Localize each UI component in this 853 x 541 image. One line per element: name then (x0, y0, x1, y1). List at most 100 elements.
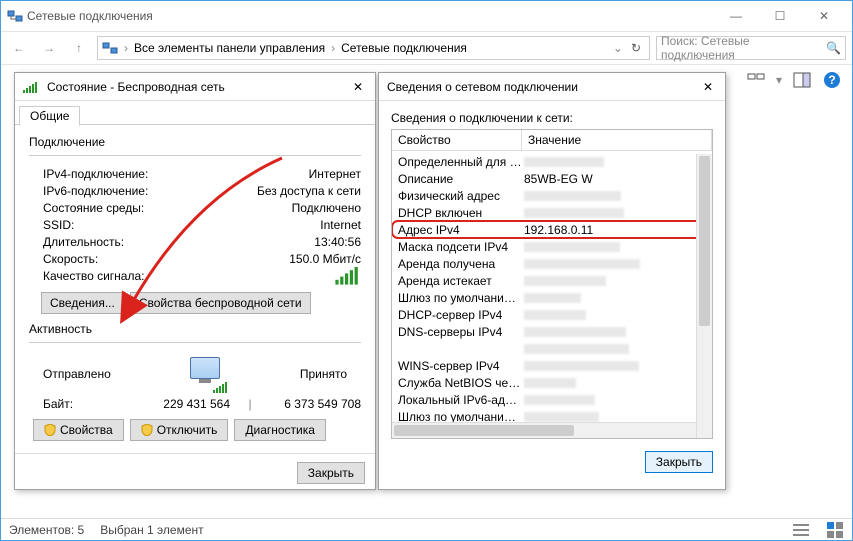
conn-row-label: SSID: (29, 218, 179, 232)
disable-button[interactable]: Отключить (130, 419, 229, 441)
prop-cell: Служба NetBIOS через... (392, 376, 522, 390)
table-row[interactable]: DHCP включен (392, 204, 712, 221)
statusbar: Элементов: 5 Выбран 1 элемент (1, 518, 852, 540)
table-row[interactable]: Описание85WB-EG W (392, 170, 712, 187)
table-row[interactable]: Локальный IPv6-адрес... (392, 391, 712, 408)
details-header: Свойство Значение (392, 130, 712, 151)
close-icon[interactable]: ✕ (349, 80, 367, 94)
address-bar[interactable]: › Все элементы панели управления › Сетев… (97, 36, 650, 60)
table-row[interactable]: Аренда получена (392, 255, 712, 272)
status-dialog: Состояние - Беспроводная сеть ✕ Общие По… (14, 72, 376, 490)
breadcrumb[interactable]: Сетевые подключения (341, 41, 467, 55)
details-dialog: Сведения о сетевом подключении ✕ Сведени… (378, 72, 726, 490)
tab-general[interactable]: Общие (19, 106, 80, 126)
table-row[interactable]: Аренда истекает (392, 272, 712, 289)
back-button[interactable]: ← (7, 36, 31, 60)
status-dialog-body: Подключение IPv4-подключение:ИнтернетIPv… (15, 125, 375, 453)
table-row[interactable]: WINS-сервер IPv4 (392, 357, 712, 374)
conn-row-value: 150.0 Мбит/с (179, 252, 361, 266)
close-button[interactable]: Закрыть (297, 462, 365, 484)
help-icon[interactable]: ? (822, 70, 842, 90)
main-title: Сетевые подключения (23, 9, 714, 23)
conn-row-value (179, 269, 361, 284)
details-view-icon[interactable] (792, 521, 810, 539)
value-cell (522, 376, 712, 390)
bytes-label: Байт: (29, 397, 139, 411)
up-button[interactable]: ↑ (67, 36, 91, 60)
table-row[interactable]: DNS-серверы IPv4 (392, 323, 712, 340)
vertical-scrollbar[interactable] (696, 154, 712, 438)
details-subtitle: Сведения о подключении к сети: (391, 111, 713, 125)
table-row[interactable]: Адрес IPv4192.168.0.11 (392, 221, 712, 238)
prop-cell: DHCP-сервер IPv4 (392, 308, 522, 322)
minimize-button[interactable]: — (714, 2, 758, 30)
conn-row-label: Скорость: (29, 252, 179, 266)
details-button[interactable]: Сведения... (41, 292, 124, 314)
properties-button[interactable]: Свойства (33, 419, 124, 441)
activity-section-label: Активность (29, 322, 361, 336)
breadcrumb[interactable]: Все элементы панели управления (134, 41, 325, 55)
crumb-sep-icon: › (329, 41, 337, 55)
dropdown-icon[interactable]: ▾ (776, 73, 782, 87)
bytes-recv-value: 6 373 549 708 (270, 397, 361, 411)
value-cell (522, 291, 712, 305)
maximize-button[interactable]: ☐ (758, 2, 802, 30)
close-button[interactable]: ✕ (802, 2, 846, 30)
wireless-properties-button[interactable]: Свойства беспроводной сети (130, 292, 311, 314)
table-row[interactable] (392, 340, 712, 357)
view-icon[interactable] (746, 70, 766, 90)
refresh-icon[interactable]: ↻ (627, 41, 645, 55)
col-value[interactable]: Значение (522, 130, 712, 150)
value-cell: 192.168.0.11 (522, 223, 712, 237)
table-row[interactable]: DHCP-сервер IPv4 (392, 306, 712, 323)
table-row[interactable]: Шлюз по умолчанию IP... (392, 289, 712, 306)
prop-cell: Адрес IPv4 (392, 223, 522, 237)
value-cell (522, 274, 712, 288)
value-cell (522, 325, 712, 339)
status-selected: Выбран 1 элемент (100, 523, 203, 537)
signal-icon (335, 265, 361, 284)
col-property[interactable]: Свойство (392, 130, 522, 150)
close-button[interactable]: Закрыть (645, 451, 713, 473)
value-cell (522, 308, 712, 322)
sent-label: Отправлено (43, 367, 111, 381)
explorer-bar: ← → ↑ › Все элементы панели управления ›… (1, 31, 852, 65)
status-dialog-titlebar: Состояние - Беспроводная сеть ✕ (15, 73, 375, 101)
table-row[interactable]: Физический адрес (392, 187, 712, 204)
value-cell (522, 206, 712, 220)
prop-cell: Локальный IPv6-адрес... (392, 393, 522, 407)
conn-row-value: Интернет (179, 167, 361, 181)
connection-section-label: Подключение (29, 135, 361, 149)
preview-icon[interactable] (792, 70, 812, 90)
status-dialog-footer: Закрыть (15, 453, 375, 492)
close-icon[interactable]: ✕ (699, 80, 717, 94)
status-count: Элементов: 5 (9, 523, 84, 537)
activity-icon (183, 357, 227, 391)
prop-cell: DNS-серверы IPv4 (392, 325, 522, 339)
conn-row-label: IPv6-подключение: (29, 184, 179, 198)
tab-row: Общие (15, 101, 375, 125)
value-cell (522, 240, 712, 254)
details-dialog-titlebar: Сведения о сетевом подключении ✕ (379, 73, 725, 101)
main-titlebar: Сетевые подключения — ☐ ✕ (1, 1, 852, 31)
network-icon (7, 8, 23, 24)
value-cell (522, 342, 712, 356)
dropdown-icon[interactable]: ⌄ (613, 41, 623, 55)
search-input[interactable]: Поиск: Сетевые подключения 🔍 (656, 36, 846, 60)
conn-row-value: Internet (179, 218, 361, 232)
prop-cell: Физический адрес (392, 189, 522, 203)
table-row[interactable]: Служба NetBIOS через... (392, 374, 712, 391)
conn-row-value: Подключено (179, 201, 361, 215)
table-row[interactable]: Маска подсети IPv4 (392, 238, 712, 255)
table-row[interactable]: Определенный для по... (392, 153, 712, 170)
horizontal-scrollbar[interactable] (392, 422, 696, 438)
tiles-view-icon[interactable] (826, 521, 844, 539)
forward-button[interactable]: → (37, 36, 61, 60)
details-dialog-body: Сведения о подключении к сети: Свойство … (379, 101, 725, 483)
prop-cell: Маска подсети IPv4 (392, 240, 522, 254)
value-cell (522, 393, 712, 407)
conn-row-label: IPv4-подключение: (29, 167, 179, 181)
conn-row-value: Без доступа к сети (179, 184, 361, 198)
diagnose-button[interactable]: Диагностика (234, 419, 326, 441)
status-dialog-title: Состояние - Беспроводная сеть (47, 80, 225, 94)
